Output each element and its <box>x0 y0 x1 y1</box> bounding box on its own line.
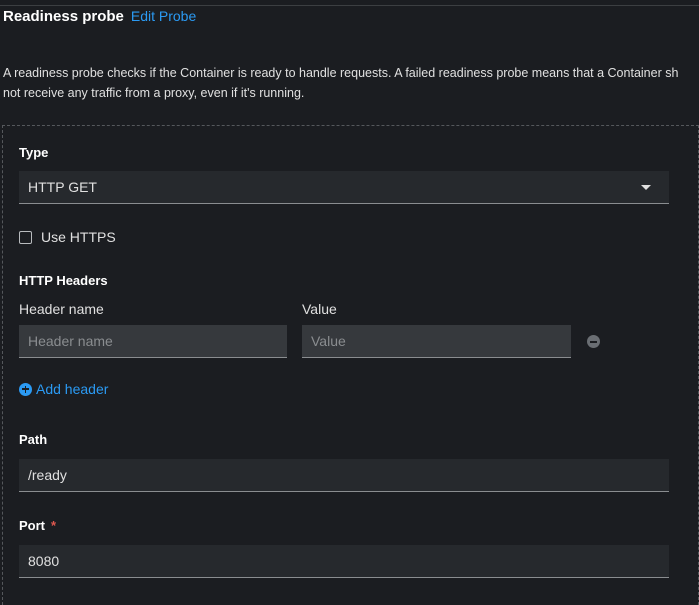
add-header-button[interactable]: Add header <box>19 381 108 397</box>
use-https-label: Use HTTPS <box>41 229 116 245</box>
caret-down-icon <box>641 185 651 190</box>
port-label: Port <box>19 518 45 533</box>
http-headers-label: HTTP Headers <box>19 273 108 288</box>
port-label-row: Port * <box>19 518 56 533</box>
probe-description: A readiness probe checks if the Containe… <box>3 63 699 103</box>
probe-header: Readiness probe Edit Probe <box>3 8 196 25</box>
header-value-label: Value <box>302 301 337 317</box>
header-name-label: Header name <box>19 301 104 317</box>
plus-circle-icon <box>19 382 32 396</box>
page-title: Readiness probe <box>3 8 124 25</box>
type-selected-value: HTTP GET <box>28 179 97 195</box>
description-line-1: A readiness probe checks if the Containe… <box>3 66 679 80</box>
required-indicator: * <box>51 518 57 533</box>
add-header-label: Add header <box>36 381 109 397</box>
top-divider <box>0 0 699 6</box>
use-https-checkbox[interactable] <box>19 230 32 244</box>
type-label: Type <box>19 145 49 160</box>
path-label: Path <box>19 432 48 447</box>
edit-probe-link[interactable]: Edit Probe <box>131 8 196 24</box>
type-select[interactable]: HTTP GET <box>19 171 669 204</box>
header-name-input[interactable] <box>19 325 287 358</box>
description-line-2: not receive any traffic from a proxy, ev… <box>3 86 305 100</box>
remove-header-icon[interactable] <box>587 335 600 348</box>
path-input[interactable] <box>19 459 669 492</box>
use-https-row[interactable]: Use HTTPS <box>19 229 116 245</box>
port-input[interactable] <box>19 545 669 578</box>
header-value-input[interactable] <box>302 325 571 358</box>
